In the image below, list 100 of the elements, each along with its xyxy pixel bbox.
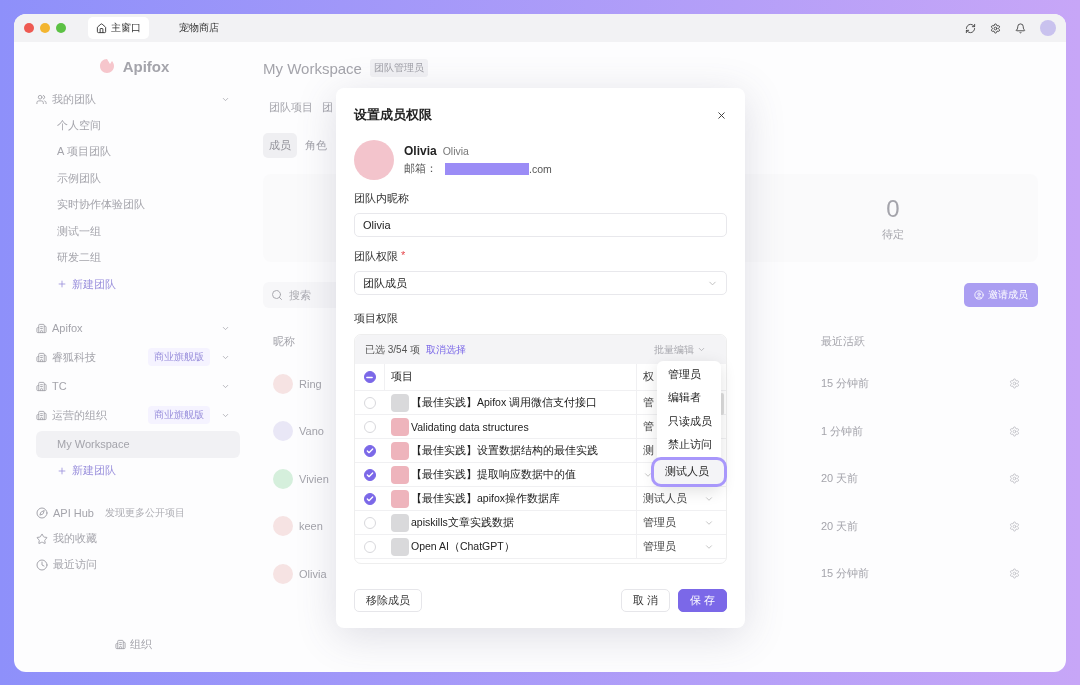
nickname-field[interactable]: Olivia — [354, 213, 727, 237]
maximize-window-button[interactable] — [56, 23, 66, 33]
last-active: 15 分钟前 — [821, 376, 871, 392]
cancel-button[interactable]: 取 消 — [620, 589, 670, 612]
project-name: 【最佳实践】提取响应数据中的值 — [411, 467, 576, 482]
dialog-title: 设置成员权限 — [354, 106, 432, 124]
save-button[interactable]: 保 存 — [677, 589, 727, 612]
building-icon — [36, 409, 47, 421]
star-icon — [36, 532, 48, 545]
refresh-icon[interactable] — [965, 22, 976, 34]
sub-tab[interactable]: 角色 — [299, 133, 333, 158]
home-icon — [96, 22, 107, 34]
org-label[interactable]: TC — [52, 380, 67, 392]
email-suffix: .com — [529, 163, 552, 175]
building-icon — [36, 322, 47, 334]
user-name: Olivia — [404, 144, 437, 158]
sidebar-item[interactable]: 实时协作体验团队 — [36, 191, 230, 218]
search-icon — [271, 289, 283, 301]
new-team-link[interactable]: 新建团队 — [36, 457, 230, 484]
workspace-tab[interactable]: 团队项目 — [266, 100, 319, 115]
hint-text: 发现更多公开项目 — [104, 505, 185, 520]
column-header: 最近活跃 — [821, 333, 866, 349]
project-name: apiskills文章实践数据 — [411, 515, 514, 530]
sidebar-item[interactable]: My Workspace — [36, 431, 240, 458]
sidebar-item[interactable]: 个人空间 — [36, 112, 230, 139]
logo-text: Apifox — [122, 57, 170, 75]
field-label: 团队内昵称 — [354, 191, 409, 206]
org-label[interactable]: 睿狐科技 — [52, 349, 96, 365]
menu-option[interactable]: 只读成员 — [657, 410, 721, 434]
stat-label: 待定 — [882, 226, 904, 242]
role-select[interactable]: 管理员 — [636, 535, 726, 558]
minimize-window-button[interactable] — [40, 23, 50, 33]
workspace-title: My Workspace — [263, 59, 362, 77]
invite-button[interactable]: 邀请成员 — [964, 283, 1038, 307]
building-icon — [114, 638, 126, 650]
user-avatar[interactable] — [1040, 20, 1056, 36]
settings-icon[interactable] — [990, 22, 1001, 34]
project-name: Open AI（ChatGPT） — [411, 539, 515, 554]
clock-icon — [36, 558, 48, 571]
member-name: Vivien — [299, 472, 329, 485]
project-name: 【最佳实践】Apifox 调用微信支付接口 — [411, 395, 598, 410]
group-label[interactable]: 我的团队 — [52, 91, 96, 107]
plus-icon — [57, 279, 67, 289]
project-name: Validating data structures — [411, 420, 529, 433]
required-mark: * — [401, 249, 406, 263]
last-active: 15 分钟前 — [821, 566, 871, 582]
close-window-button[interactable] — [24, 23, 34, 33]
menu-option[interactable]: 禁止访问 — [657, 433, 721, 457]
clear-selection-link[interactable]: 取消选择 — [426, 342, 467, 357]
new-team-link[interactable]: 新建团队 — [36, 271, 230, 297]
row-checkbox[interactable] — [364, 444, 376, 457]
menu-option[interactable]: 管理员 — [657, 363, 721, 387]
user-avatar — [354, 140, 394, 180]
last-active: 1 分钟前 — [821, 423, 865, 439]
compass-icon — [36, 506, 48, 519]
remove-member-button[interactable]: 移除成员 — [354, 589, 422, 612]
org-label[interactable]: 运营的组织 — [52, 407, 107, 423]
sub-tab[interactable]: 成员 — [263, 133, 297, 158]
nav-link[interactable]: 最近访问 — [53, 557, 97, 572]
field-label: 团队权限 — [354, 249, 398, 264]
member-name: Vano — [299, 425, 324, 438]
user-icon — [974, 290, 984, 300]
bulk-edit-button[interactable]: 批量编辑 — [654, 342, 706, 357]
nav-link[interactable]: 我的收藏 — [53, 531, 97, 546]
plan-badge: 商业旗舰版 — [148, 348, 210, 366]
close-button[interactable] — [716, 109, 727, 121]
plan-badge: 商业旗舰版 — [148, 406, 210, 424]
plus-icon — [57, 465, 67, 476]
stat-value: 0 — [886, 194, 900, 223]
org-label[interactable]: Apifox — [52, 322, 83, 334]
sidebar-item[interactable]: A 项目团队 — [36, 138, 230, 165]
select-all-checkbox[interactable] — [363, 371, 376, 383]
selected-count: 已选 3/54 项 — [365, 342, 421, 357]
project-name: 【最佳实践】设置数据结构的最佳实践 — [411, 443, 598, 458]
team-icon — [36, 93, 47, 105]
field-label: 项目权限 — [354, 311, 398, 326]
window-tab[interactable]: 宠物商店 — [169, 17, 229, 39]
nav-link[interactable]: API Hub — [53, 506, 94, 519]
column-header: 昵称 — [273, 333, 295, 349]
building-icon — [36, 380, 47, 392]
email-label: 邮箱： — [404, 162, 437, 176]
last-active: 20 天前 — [821, 471, 860, 487]
window-tab[interactable]: 主窗口 — [88, 17, 149, 39]
workspace-tab[interactable]: 团 — [319, 100, 339, 115]
member-name: Olivia — [299, 567, 327, 580]
role-badge: 团队管理员 — [369, 59, 428, 77]
member-name: Ring — [299, 377, 322, 390]
sidebar-item[interactable]: 研发二组 — [36, 244, 230, 271]
sidebar-item[interactable]: 测试一组 — [36, 218, 230, 245]
member-name: keen — [299, 520, 323, 533]
row-checkbox[interactable] — [364, 492, 376, 505]
sidebar-item[interactable]: 示例团队 — [36, 165, 230, 192]
role-select[interactable]: 管理员 — [636, 511, 726, 534]
bell-icon[interactable] — [1015, 22, 1026, 34]
org-switch-link[interactable]: 组织 — [129, 636, 152, 652]
row-checkbox[interactable] — [364, 468, 376, 481]
last-active: 20 天前 — [821, 518, 860, 534]
building-icon — [36, 351, 47, 363]
menu-option[interactable]: 测试人员 — [654, 460, 724, 484]
team-role-select[interactable]: 团队成员 — [354, 271, 727, 295]
